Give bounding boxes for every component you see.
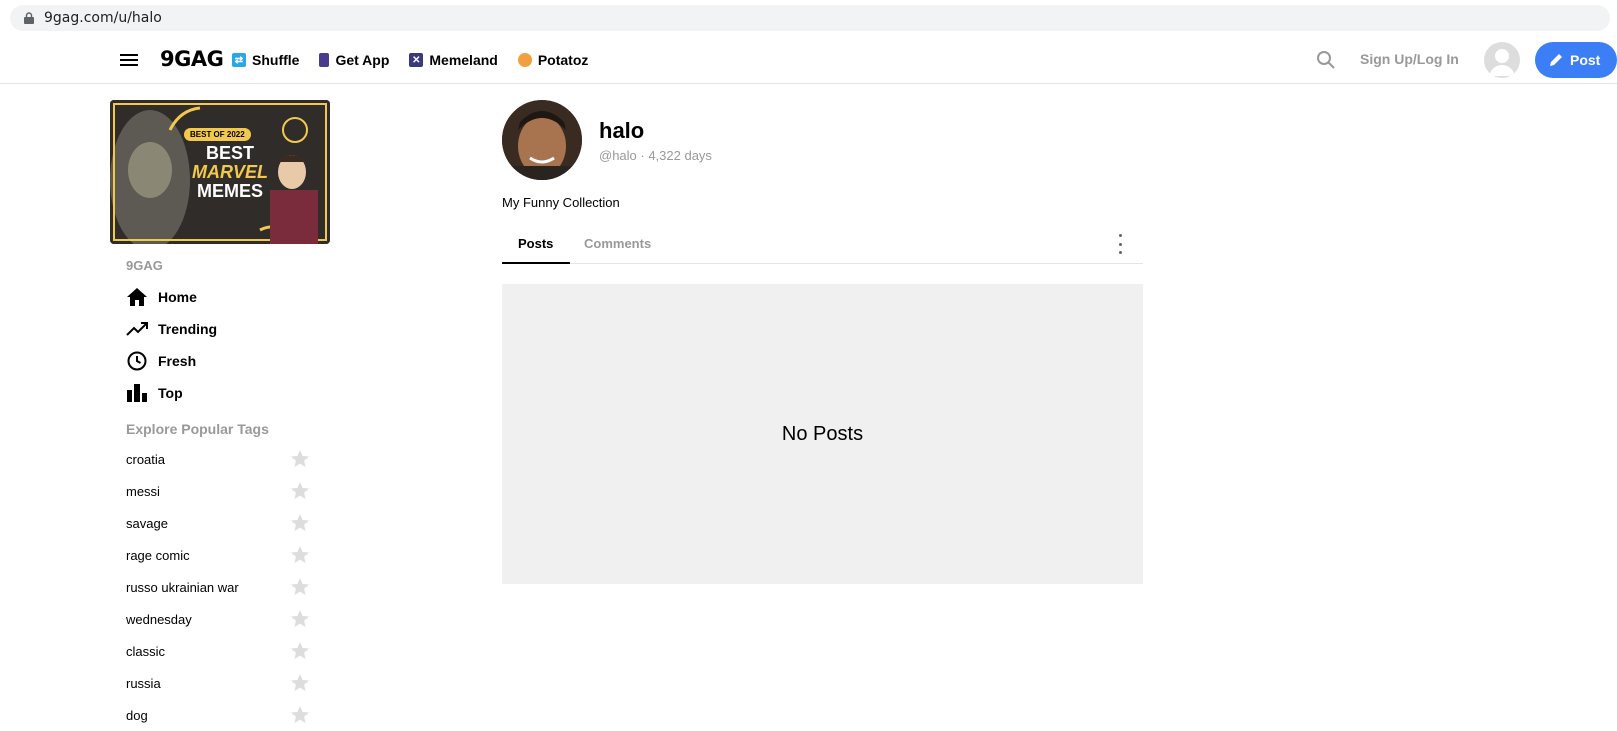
tag-item[interactable]: russo ukrainian war: [110, 571, 330, 603]
pencil-icon: [1550, 54, 1562, 66]
potato-icon: [517, 53, 532, 67]
promo-banner[interactable]: BEST OF 2022 BEST MARVEL MEMES: [110, 100, 330, 244]
sidebar-nav: Home Trending Fresh Top: [110, 281, 330, 409]
tag-item[interactable]: savage: [110, 507, 330, 539]
profile-name: halo: [599, 118, 645, 143]
header-nav: ⇄ Shuffle Get App ✕ Memeland Potatoz: [232, 36, 608, 84]
banner-title: BEST MARVEL MEMES: [192, 143, 268, 201]
login-link[interactable]: Sign Up/Log In: [1360, 51, 1459, 67]
memeland-icon: ✕: [409, 53, 424, 67]
clock-icon: [126, 350, 148, 372]
star-icon[interactable]: [290, 705, 310, 725]
star-icon[interactable]: [290, 513, 310, 533]
sidebar-item-trending[interactable]: Trending: [110, 313, 330, 345]
tab-comments[interactable]: Comments: [584, 236, 651, 251]
sidebar-item-home[interactable]: Home: [110, 281, 330, 313]
star-icon[interactable]: [290, 577, 310, 597]
tags-title: Explore Popular Tags: [126, 421, 269, 437]
tag-list: croatia messi savage rage comic russo uk…: [110, 443, 330, 731]
profile-tabs: Posts Comments: [502, 226, 1143, 264]
nav-potatoz[interactable]: Potatoz: [517, 52, 588, 68]
empty-message: No Posts: [781, 422, 864, 445]
menu-icon[interactable]: [119, 50, 139, 70]
profile-avatar: [502, 100, 582, 180]
browser-toolbar: 9gag.com/u/halo: [0, 0, 1617, 36]
profile-handle: @halo · 4,322 days: [599, 148, 712, 163]
star-icon[interactable]: [290, 641, 310, 661]
sidebar-section-label: 9GAG: [126, 258, 163, 273]
lock-icon: [24, 12, 34, 24]
sidebar-item-top[interactable]: Top: [110, 377, 330, 409]
star-icon[interactable]: [290, 545, 310, 565]
user-avatar-icon[interactable]: [1484, 42, 1520, 78]
nav-memeland[interactable]: ✕ Memeland: [409, 52, 498, 68]
url-text: 9gag.com/u/halo: [44, 10, 162, 26]
search-icon[interactable]: [1316, 50, 1336, 70]
tag-item[interactable]: russia: [110, 667, 330, 699]
tag-item[interactable]: messi: [110, 475, 330, 507]
empty-posts-panel: No Posts: [502, 284, 1143, 584]
site-header: 9GAG ⇄ Shuffle Get App ✕ Memeland Potato…: [0, 36, 1617, 84]
sidebar-item-fresh[interactable]: Fresh: [110, 345, 330, 377]
nav-shuffle[interactable]: ⇄ Shuffle: [232, 52, 299, 68]
tag-item[interactable]: croatia: [110, 443, 330, 475]
star-icon[interactable]: [290, 673, 310, 693]
shuffle-icon: ⇄: [232, 53, 246, 67]
star-icon[interactable]: [290, 481, 310, 501]
home-icon: [126, 286, 148, 308]
tag-item[interactable]: rage comic: [110, 539, 330, 571]
left-sidebar: BEST OF 2022 BEST MARVEL MEMES 9GAG Home…: [110, 100, 330, 731]
nav-get-app[interactable]: Get App: [319, 52, 389, 68]
profile-bio: My Funny Collection: [502, 195, 620, 210]
more-options-icon[interactable]: [1114, 234, 1126, 254]
tab-posts[interactable]: Posts: [518, 236, 553, 251]
tag-item[interactable]: classic: [110, 635, 330, 667]
star-icon[interactable]: [290, 449, 310, 469]
banner-badge: BEST OF 2022: [184, 128, 251, 141]
trending-icon: [126, 318, 148, 340]
site-logo[interactable]: 9GAG: [160, 47, 224, 71]
address-bar[interactable]: 9gag.com/u/halo: [10, 5, 1610, 31]
post-button[interactable]: Post: [1535, 42, 1617, 78]
bar-chart-icon: [126, 382, 148, 404]
phone-icon: [319, 53, 330, 67]
active-tab-indicator: [502, 262, 570, 264]
tag-item[interactable]: wednesday: [110, 603, 330, 635]
tag-item[interactable]: dog: [110, 699, 330, 731]
star-icon[interactable]: [290, 609, 310, 629]
